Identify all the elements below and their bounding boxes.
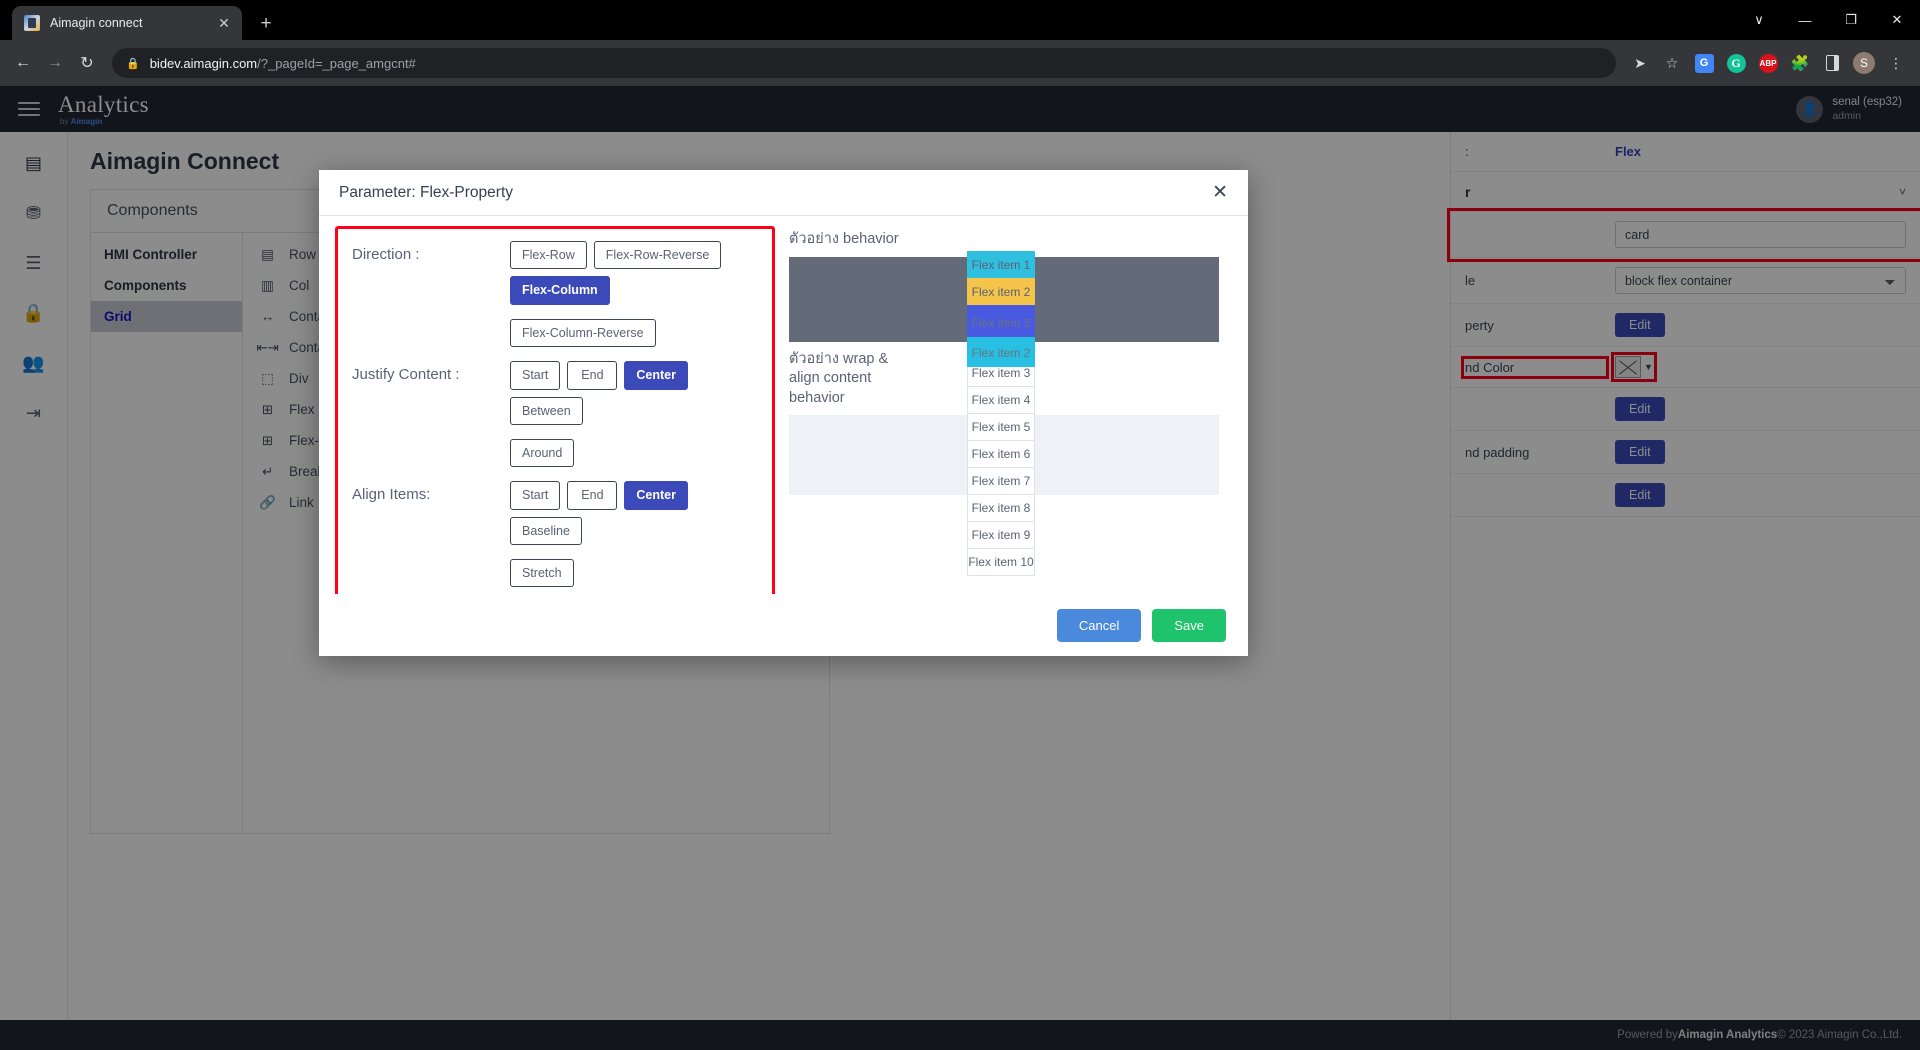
forward-icon[interactable]: →	[40, 48, 70, 78]
browser-toolbar: ← → ↻ 🔒 bidev.aimagin.com/?_pageId=_page…	[0, 40, 1920, 86]
chrome-menu-icon[interactable]: ⋮	[1882, 49, 1910, 77]
align-items-label: Align Items:	[352, 486, 431, 504]
cancel-button[interactable]: Cancel	[1056, 608, 1142, 642]
option-flex-column-reverse[interactable]: Flex-Column-Reverse	[510, 318, 656, 348]
option-align-end[interactable]: End	[567, 481, 618, 510]
grammarly-glyph: G	[1726, 53, 1746, 73]
justify-content-group: Justify Content : Start End Center Betwe…	[352, 361, 758, 468]
back-icon[interactable]: ←	[8, 48, 38, 78]
translate-glyph: G	[1694, 53, 1714, 73]
abp-glyph: ABP	[1758, 53, 1778, 73]
modal-header: Parameter: Flex-Property ✕	[319, 170, 1248, 216]
profile-letter: S	[1853, 52, 1875, 74]
tab-title: Aimagin connect	[50, 16, 143, 30]
close-tab-icon[interactable]: ✕	[214, 13, 234, 33]
flex-item[interactable]: Flex item 6	[967, 440, 1035, 468]
flex-item[interactable]: Flex item 4	[967, 386, 1035, 414]
flex-property-modal: Parameter: Flex-Property ✕ Direction : F…	[319, 170, 1248, 656]
boxed-control-groups: Direction : Flex-Row Flex-Row-Reverse Fl…	[335, 226, 775, 594]
share-icon[interactable]: ➤	[1626, 49, 1654, 77]
save-button[interactable]: Save	[1152, 608, 1226, 642]
modal-title: Parameter: Flex-Property	[339, 183, 513, 201]
web-page: Analytics by Aimagin 👤 senal (esp32) adm…	[0, 86, 1920, 1050]
adblock-plus-icon[interactable]: ABP	[1754, 49, 1782, 77]
justify-content-label: Justify Content :	[352, 366, 460, 384]
align-items-group: Align Items: Start End Center Baseline S…	[352, 481, 758, 588]
option-flex-row[interactable]: Flex-Row	[510, 241, 587, 270]
minimize-icon[interactable]: —	[1782, 0, 1828, 40]
flex-item[interactable]: Flex item 8	[967, 494, 1035, 522]
close-window-icon[interactable]: ✕	[1874, 0, 1920, 40]
google-translate-icon[interactable]: G	[1690, 49, 1718, 77]
address-bar[interactable]: 🔒 bidev.aimagin.com/?_pageId=_page_amgcn…	[112, 48, 1616, 78]
url-text: bidev.aimagin.com/?_pageId=_page_amgcnt#	[150, 56, 416, 71]
modal-footer: Cancel Save	[319, 594, 1248, 656]
option-justify-between[interactable]: Between	[510, 396, 583, 425]
maximize-icon[interactable]: ❐	[1828, 0, 1874, 40]
option-flex-column[interactable]: Flex-Column	[510, 276, 610, 305]
new-tab-button[interactable]: +	[252, 9, 280, 37]
flex-item[interactable]: Flex item 10	[967, 548, 1035, 576]
direction-label: Direction :	[352, 246, 420, 263]
modal-body: Direction : Flex-Row Flex-Row-Reverse Fl…	[319, 216, 1248, 594]
option-align-baseline[interactable]: Baseline	[510, 516, 582, 545]
flex-item[interactable]: Flex item 2	[967, 278, 1035, 306]
preview-column: ตัวอย่าง behavior ตัวอย่าง wrap & align …	[789, 226, 1232, 594]
side-panel-icon[interactable]	[1818, 49, 1846, 77]
url-path: /?_pageId=_page_amgcnt#	[257, 55, 416, 71]
tab-strip: Aimagin connect ✕ + ∨ — ❐ ✕	[0, 0, 1920, 40]
close-icon[interactable]: ✕	[1212, 183, 1228, 202]
direction-options: Flex-Row Flex-Row-Reverse Flex-Column Fl…	[510, 241, 758, 348]
justify-content-options: Start End Center Between Around	[510, 361, 758, 468]
option-justify-center[interactable]: Center	[624, 361, 688, 390]
browser-window: Aimagin connect ✕ + ∨ — ❐ ✕ ← → ↻ 🔒 bide…	[0, 0, 1920, 1050]
lock-icon: 🔒	[126, 57, 140, 70]
flex-item[interactable]: Flex item 9	[967, 521, 1035, 549]
option-align-center[interactable]: Center	[624, 481, 688, 510]
chevron-down-icon[interactable]: ∨	[1736, 0, 1782, 40]
reload-icon[interactable]: ↻	[72, 48, 102, 78]
url-host: bidev.aimagin.com	[149, 55, 258, 71]
option-justify-around[interactable]: Around	[510, 438, 575, 468]
flex-controls-column: Direction : Flex-Row Flex-Row-Reverse Fl…	[335, 226, 775, 594]
aimagin-favicon	[24, 15, 40, 31]
toolbar-icons: ➤ ☆ G G ABP 🧩 S ⋮	[1626, 49, 1912, 77]
browser-tab[interactable]: Aimagin connect ✕	[12, 6, 242, 40]
option-justify-start[interactable]: Start	[510, 361, 561, 390]
option-align-start[interactable]: Start	[510, 481, 561, 510]
flex-item[interactable]: Flex item 1	[967, 251, 1035, 279]
option-align-stretch[interactable]: Stretch	[510, 559, 574, 588]
option-justify-end[interactable]: End	[567, 361, 618, 390]
bookmark-star-icon[interactable]: ☆	[1658, 49, 1686, 77]
preview-behavior-caption: ตัวอย่าง behavior	[789, 231, 899, 247]
preview-flex-items: Flex item 1 Flex item 2 Flex item 3 Flex…	[967, 251, 1035, 576]
flex-item-overlap[interactable]: Flex item 3	[967, 309, 1035, 337]
flex-item[interactable]: Flex item 7	[967, 467, 1035, 495]
direction-group: Direction : Flex-Row Flex-Row-Reverse Fl…	[352, 241, 758, 348]
option-flex-row-reverse[interactable]: Flex-Row-Reverse	[593, 241, 722, 270]
profile-avatar[interactable]: S	[1850, 49, 1878, 77]
flex-item[interactable]: Flex item 5	[967, 413, 1035, 441]
extensions-puzzle-icon[interactable]: 🧩	[1786, 49, 1814, 77]
flex-item-overlap[interactable]: Flex item 2	[967, 339, 1035, 367]
align-items-options: Start End Center Baseline Stretch	[510, 481, 758, 588]
window-controls: ∨ — ❐ ✕	[1736, 0, 1920, 40]
grammarly-icon[interactable]: G	[1722, 49, 1750, 77]
